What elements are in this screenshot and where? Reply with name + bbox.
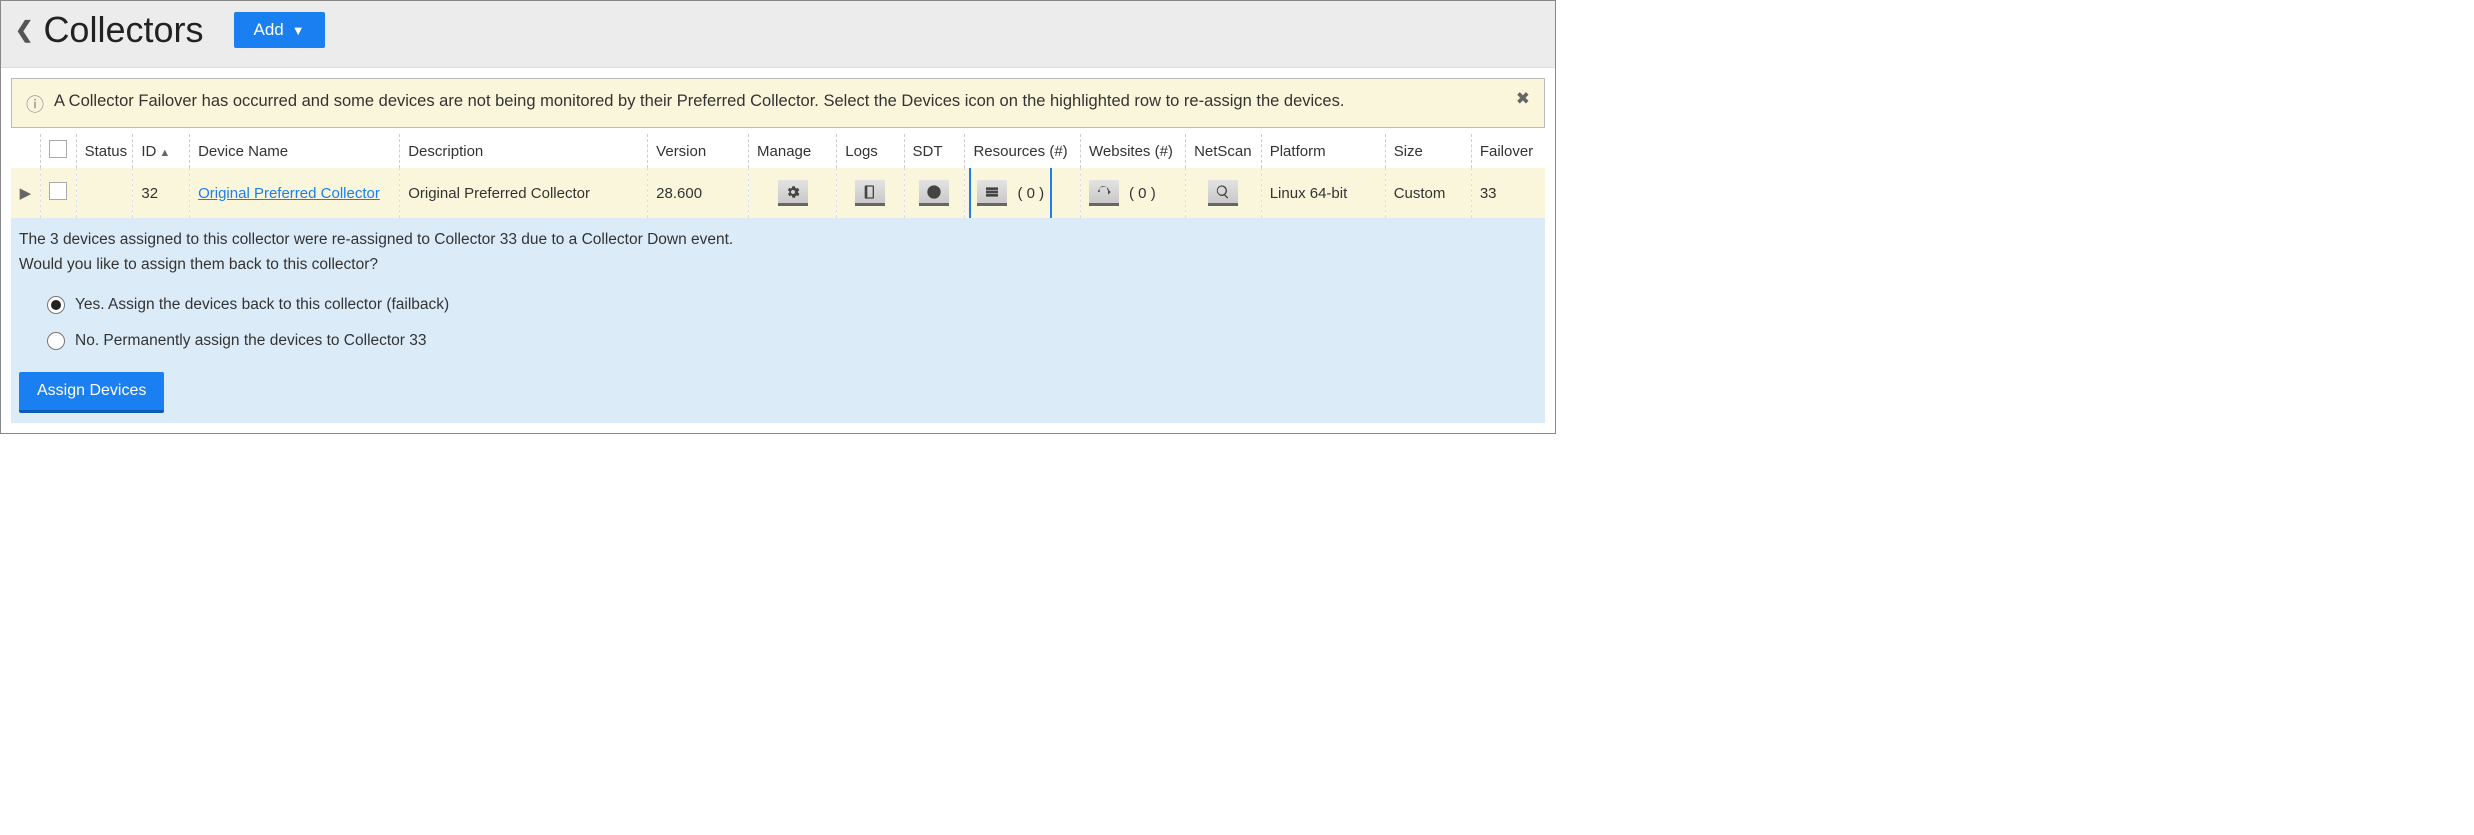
logs-button[interactable]: [855, 180, 885, 206]
col-checkbox: [40, 134, 76, 168]
col-status[interactable]: Status: [76, 134, 133, 168]
back-chevron-icon[interactable]: ❮: [9, 17, 39, 43]
col-websites[interactable]: Websites (#): [1081, 134, 1186, 168]
col-description[interactable]: Description: [400, 134, 648, 168]
col-device-name[interactable]: Device Name: [190, 134, 400, 168]
devices-icon: [984, 184, 1000, 200]
col-id[interactable]: ID▲: [133, 134, 190, 168]
cell-version: 28.600: [648, 168, 749, 218]
col-manage[interactable]: Manage: [749, 134, 837, 168]
row-checkbox[interactable]: [49, 182, 67, 200]
content-area: ⓘ A Collector Failover has occurred and …: [1, 68, 1555, 433]
sdt-button[interactable]: [919, 180, 949, 206]
manage-button[interactable]: [778, 180, 808, 206]
chevron-down-icon: ▼: [292, 23, 305, 38]
col-version[interactable]: Version: [648, 134, 749, 168]
cell-status: [76, 168, 133, 218]
resources-button[interactable]: [977, 180, 1007, 206]
reassign-options: Yes. Assign the devices back to this col…: [47, 296, 1537, 350]
assign-devices-button[interactable]: Assign Devices: [19, 372, 164, 413]
device-name-link[interactable]: Original Preferred Collector: [198, 185, 380, 202]
option-failback[interactable]: Yes. Assign the devices back to this col…: [47, 296, 1537, 314]
top-bar: ❮ Collectors Add ▼: [1, 1, 1555, 68]
resources-count: ( 0 ): [1017, 185, 1044, 202]
col-logs[interactable]: Logs: [837, 134, 904, 168]
cell-size: Custom: [1385, 168, 1471, 218]
table-header: Status ID▲ Device Name Description Versi…: [11, 134, 1545, 168]
gear-icon: [785, 184, 801, 200]
sort-asc-icon: ▲: [159, 147, 170, 159]
option-permanent-label: No. Permanently assign the devices to Co…: [75, 332, 427, 350]
col-failover[interactable]: Failover: [1471, 134, 1545, 168]
page-title: Collectors: [43, 9, 203, 51]
scan-icon: [1215, 184, 1231, 200]
col-netscan[interactable]: NetScan: [1186, 134, 1262, 168]
add-button[interactable]: Add ▼: [234, 12, 325, 48]
cell-description: Original Preferred Collector: [400, 168, 648, 218]
detail-line1: The 3 devices assigned to this collector…: [19, 228, 1537, 253]
expand-toggle[interactable]: ▶: [11, 168, 40, 218]
resources-highlight: ( 0 ): [969, 168, 1052, 218]
netscan-button[interactable]: [1208, 180, 1238, 206]
table-row: ▶ 32 Original Preferred Collector Origin…: [11, 168, 1545, 218]
refresh-icon: [1096, 184, 1112, 200]
app-frame: ❮ Collectors Add ▼ ⓘ A Collector Failove…: [0, 0, 1556, 434]
select-all-checkbox[interactable]: [49, 140, 67, 158]
failover-alert: ⓘ A Collector Failover has occurred and …: [11, 78, 1545, 128]
col-size[interactable]: Size: [1385, 134, 1471, 168]
option-failback-label: Yes. Assign the devices back to this col…: [75, 296, 449, 314]
info-icon: ⓘ: [26, 91, 44, 117]
book-icon: [862, 184, 878, 200]
add-button-label: Add: [254, 20, 284, 40]
option-permanent[interactable]: No. Permanently assign the devices to Co…: [47, 332, 1537, 350]
cell-failover: 33: [1471, 168, 1545, 218]
radio-unselected-icon: [47, 332, 65, 350]
alert-message: A Collector Failover has occurred and so…: [54, 89, 1506, 114]
cell-id: 32: [133, 168, 190, 218]
cell-platform: Linux 64-bit: [1261, 168, 1385, 218]
collectors-table: Status ID▲ Device Name Description Versi…: [11, 134, 1545, 423]
col-platform[interactable]: Platform: [1261, 134, 1385, 168]
detail-line2: Would you like to assign them back to th…: [19, 253, 1537, 278]
col-resources[interactable]: Resources (#): [965, 134, 1081, 168]
close-icon[interactable]: ✖: [1516, 89, 1530, 109]
row-detail-panel: The 3 devices assigned to this collector…: [11, 218, 1545, 423]
radio-selected-icon: [47, 296, 65, 314]
clock-icon: [926, 184, 942, 200]
col-expand: [11, 134, 40, 168]
col-sdt[interactable]: SDT: [904, 134, 965, 168]
websites-count: ( 0 ): [1129, 185, 1156, 202]
websites-button[interactable]: [1089, 180, 1119, 206]
